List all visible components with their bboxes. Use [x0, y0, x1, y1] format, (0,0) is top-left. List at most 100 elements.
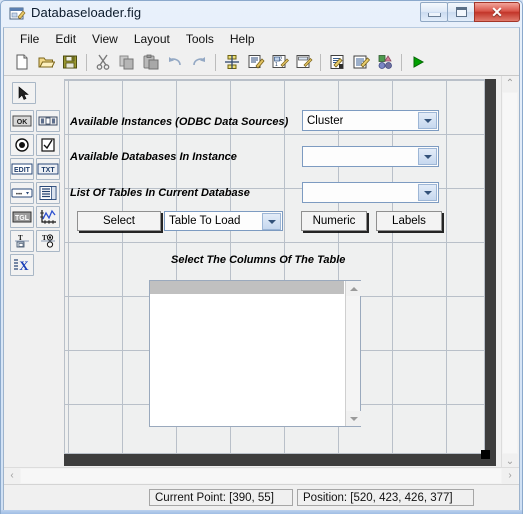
window-title: Databaseloader.fig — [31, 5, 142, 20]
canvas-resize-handle[interactable] — [481, 450, 490, 459]
toolbar-separator — [320, 53, 321, 71]
scroll-down-icon[interactable] — [346, 411, 361, 426]
edit-text-tool[interactable]: EDIT — [10, 158, 34, 180]
numeric-button[interactable]: Numeric — [301, 211, 367, 231]
new-file-icon[interactable] — [10, 51, 34, 74]
undo-arrow-icon[interactable] — [163, 51, 187, 74]
listbox-selected-row[interactable] — [150, 281, 344, 294]
chevron-down-icon[interactable] — [418, 148, 437, 165]
component-palette: OK EDIT TXT ••• TGL T T X — [10, 82, 62, 276]
open-folder-icon[interactable] — [34, 51, 58, 74]
status-bar: Current Point: [390, 55] Position: [520,… — [4, 484, 519, 510]
panel-tool[interactable]: T — [10, 230, 34, 252]
scroll-right-button[interactable]: › — [502, 468, 518, 484]
save-disk-icon[interactable] — [58, 51, 82, 74]
svg-text:2: 2 — [279, 57, 282, 63]
application-window: Databaseloader.fig ✕ File Edit View Layo… — [0, 0, 523, 514]
menu-item-tools[interactable]: Tools — [178, 30, 222, 48]
tab-order-editor-icon[interactable]: 2 1 — [268, 51, 292, 74]
svg-text:•••: ••• — [16, 192, 22, 198]
copy-pages-icon[interactable] — [115, 51, 139, 74]
label-select-columns: Select The Columns Of The Table — [171, 254, 346, 266]
toolbar-separator — [215, 53, 216, 71]
client-area: File Edit View Layout Tools Help 2 1 OK … — [3, 27, 520, 511]
select-button[interactable]: Select — [77, 211, 161, 231]
menu-item-file[interactable]: File — [12, 30, 47, 48]
combo-table-to-load[interactable]: Table To Load — [164, 211, 283, 231]
close-button[interactable]: ✕ — [474, 2, 520, 22]
menu-editor-icon[interactable] — [244, 51, 268, 74]
property-inspector-icon[interactable] — [349, 51, 373, 74]
menu-item-edit[interactable]: Edit — [47, 30, 84, 48]
canvas-shadow-bottom — [64, 454, 496, 466]
redo-arrow-icon[interactable] — [187, 51, 211, 74]
menu-item-view[interactable]: View — [84, 30, 126, 48]
radio-button-tool[interactable] — [10, 134, 34, 156]
combo-list-of-tables[interactable] — [302, 182, 439, 203]
svg-text:X: X — [19, 258, 29, 273]
chevron-left-icon: ‹ — [10, 470, 14, 481]
minimize-button[interactable] — [420, 2, 448, 22]
scroll-left-button[interactable]: ‹ — [4, 468, 20, 484]
run-figure-icon[interactable] — [406, 51, 430, 74]
check-box-tool[interactable] — [36, 134, 60, 156]
labels-button[interactable]: Labels — [376, 211, 442, 231]
menu-item-layout[interactable]: Layout — [126, 30, 178, 48]
cut-scissors-icon[interactable] — [91, 51, 115, 74]
activex-control-tool[interactable]: X — [10, 254, 34, 276]
m-file-editor-icon[interactable] — [325, 51, 349, 74]
maximize-button[interactable] — [447, 2, 475, 22]
svg-text:1: 1 — [275, 62, 278, 68]
align-objects-icon[interactable] — [220, 51, 244, 74]
button-group-tool[interactable]: T — [36, 230, 60, 252]
minimize-icon — [427, 12, 441, 17]
maximize-icon — [455, 7, 467, 17]
figure-canvas[interactable]: Available Instances (ODBC Data Sources) … — [64, 79, 485, 454]
editor-vertical-scrollbar[interactable]: ⌃ ⌄ — [501, 76, 518, 470]
chevron-down-icon[interactable] — [262, 213, 281, 230]
list-box-tool[interactable] — [36, 182, 60, 204]
toolbar-editor-icon[interactable] — [292, 51, 316, 74]
svg-text:TGL: TGL — [15, 215, 30, 222]
toolbar-separator — [401, 53, 402, 71]
editor-horizontal-scrollbar[interactable]: ‹ › — [4, 467, 519, 484]
combo-table-to-load-value: Table To Load — [169, 215, 241, 227]
chevron-up-icon: ⌃ — [505, 78, 515, 89]
menu-item-help[interactable]: Help — [222, 30, 263, 48]
pop-up-menu-tool[interactable]: ••• — [10, 182, 34, 204]
scroll-up-icon[interactable] — [346, 281, 361, 296]
status-position: Position: [520, 423, 426, 377] — [297, 489, 474, 506]
paste-clipboard-icon[interactable] — [139, 51, 163, 74]
figure-canvas-area[interactable]: Available Instances (ODBC Data Sources) … — [64, 79, 496, 466]
horizontal-scroll-trough[interactable] — [21, 469, 501, 483]
close-icon: ✕ — [491, 4, 503, 20]
scroll-up-button[interactable]: ⌃ — [502, 76, 518, 92]
label-available-databases: Available Databases In Instance — [70, 151, 237, 163]
toggle-button-tool[interactable]: TGL — [10, 206, 34, 228]
columns-listbox[interactable] — [149, 280, 361, 427]
window-bottom-edge — [1, 510, 522, 514]
push-button-tool[interactable]: OK — [10, 110, 34, 132]
svg-text:TXT: TXT — [41, 167, 55, 174]
static-text-tool[interactable]: TXT — [36, 158, 60, 180]
chevron-down-icon[interactable] — [418, 184, 437, 201]
canvas-shadow-right — [485, 79, 496, 466]
combo-available-databases[interactable] — [302, 146, 439, 167]
title-bar: Databaseloader.fig ✕ — [1, 1, 522, 27]
vertical-scroll-trough[interactable] — [503, 93, 517, 453]
toolbar-separator — [86, 53, 87, 71]
label-list-of-tables: List Of Tables In Current Database — [70, 187, 250, 199]
chevron-right-icon: › — [508, 470, 512, 481]
select-arrow-tool[interactable] — [12, 82, 36, 104]
slider-tool[interactable] — [36, 110, 60, 132]
tool-bar: 2 1 — [4, 49, 519, 76]
svg-text:EDIT: EDIT — [14, 167, 31, 174]
object-browser-icon[interactable] — [373, 51, 397, 74]
listbox-scrollbar[interactable] — [345, 281, 361, 426]
svg-text:OK: OK — [17, 119, 28, 126]
axes-tool[interactable] — [36, 206, 60, 228]
combo-available-instances-value: Cluster — [307, 114, 344, 127]
status-current-point: Current Point: [390, 55] — [149, 489, 293, 506]
combo-available-instances[interactable]: Cluster — [302, 110, 439, 131]
chevron-down-icon[interactable] — [418, 112, 437, 129]
